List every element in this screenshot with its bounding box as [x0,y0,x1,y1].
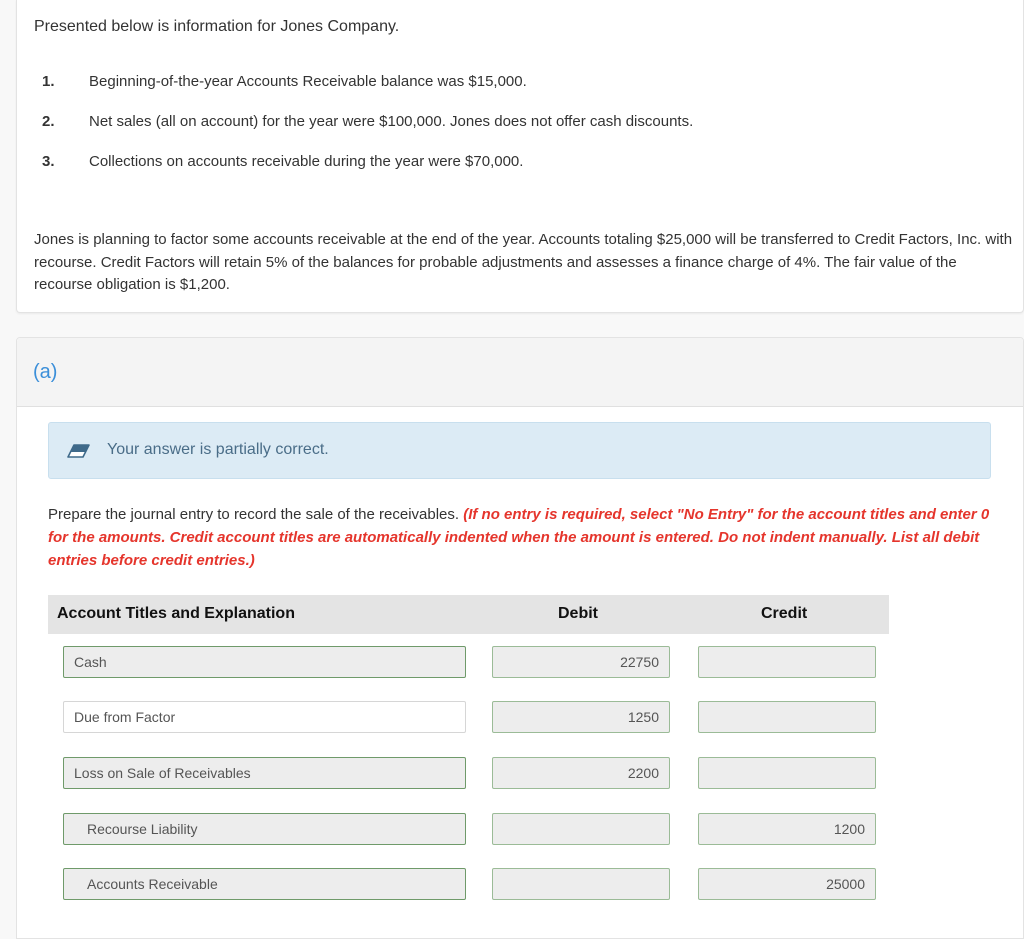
instructions-text: Prepare the journal entry to record the … [48,506,464,523]
eraser-icon [65,444,91,463]
debit-field[interactable] [492,868,670,900]
debit-field[interactable]: 2200 [492,757,670,789]
credit-field[interactable] [698,757,876,789]
debit-field[interactable]: 22750 [492,646,670,678]
debit-field[interactable] [492,813,670,845]
part-card: (a) Your answer is partially correct. Pr… [16,337,1024,939]
account-title-field[interactable]: Cash [63,646,466,678]
list-text: Net sales (all on account) for the year … [89,113,694,130]
header-credit: Credit [761,605,808,622]
credit-field[interactable] [698,646,876,678]
part-header: (a) [17,338,1023,407]
feedback-banner: Your answer is partially correct. [48,422,991,479]
list-number: 1. [42,73,55,90]
part-label: (a) [33,361,58,383]
account-title-field[interactable]: Accounts Receivable [63,868,466,900]
list-text: Collections on accounts receivable durin… [89,153,524,170]
problem-card: Presented below is information for Jones… [16,0,1024,313]
credit-field[interactable]: 25000 [698,868,876,900]
feedback-text: Your answer is partially correct. [107,441,329,458]
list-text: Beginning-of-the-year Accounts Receivabl… [89,73,527,90]
credit-field[interactable]: 1200 [698,813,876,845]
account-title-field[interactable]: Loss on Sale of Receivables [63,757,466,789]
account-title-field[interactable]: Recourse Liability [63,813,466,845]
header-debit: Debit [558,605,598,622]
account-title-field[interactable]: Due from Factor [63,701,466,733]
header-account: Account Titles and Explanation [57,605,295,622]
instructions: Prepare the journal entry to record the … [48,503,998,572]
journal-table-header: Account Titles and Explanation Debit Cre… [48,595,889,634]
list-number: 2. [42,113,55,130]
list-number: 3. [42,153,55,170]
problem-intro: Presented below is information for Jones… [34,18,400,35]
problem-paragraph: Jones is planning to factor some account… [34,231,1013,293]
credit-field[interactable] [698,701,876,733]
debit-field[interactable]: 1250 [492,701,670,733]
